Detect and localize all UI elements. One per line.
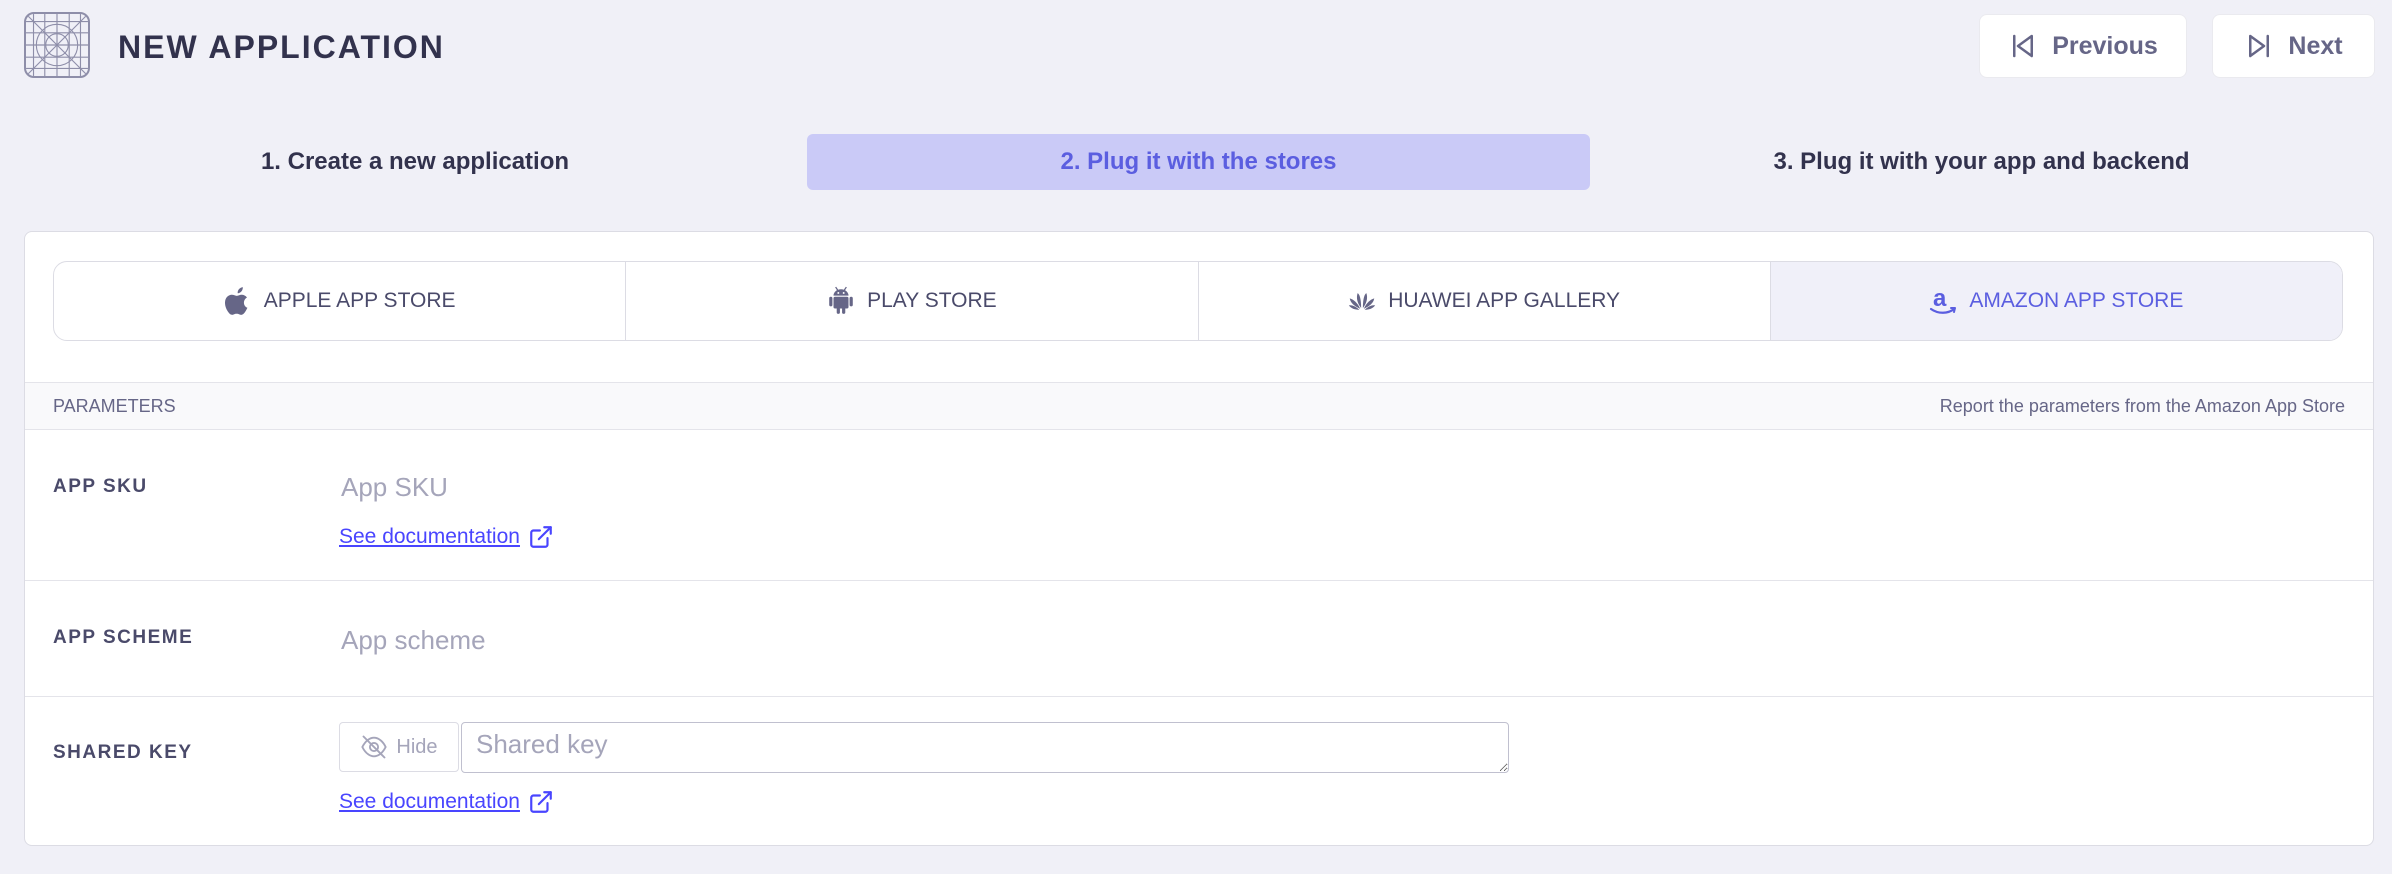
- shared-key-label: SHARED KEY: [53, 742, 193, 763]
- skip-next-icon: [2249, 34, 2270, 58]
- shared-key-input[interactable]: [461, 722, 1509, 773]
- parameters-bar: PARAMETERS Report the parameters from th…: [25, 382, 2373, 430]
- documentation-link-label: See documentation: [339, 790, 520, 813]
- tab-apple-app-store[interactable]: APPLE APP STORE: [54, 262, 627, 340]
- step-plug-stores[interactable]: 2. Plug it with the stores: [807, 134, 1590, 190]
- tab-amazon-app-store[interactable]: a AMAZON APP STORE: [1770, 262, 2342, 340]
- header: NEW APPLICATION Previous Next: [0, 0, 2392, 94]
- store-tabs: APPLE APP STORE PLAY STORE HUAWEI APP GA…: [53, 261, 2343, 341]
- next-label: Next: [2288, 31, 2343, 60]
- parameters-hint: Report the parameters from the Amazon Ap…: [1939, 396, 2345, 416]
- app-sku-row: APP SKU See documentation: [25, 430, 2373, 581]
- tab-label: HUAWEI APP GALLERY: [1388, 289, 1621, 312]
- previous-button[interactable]: Previous: [1979, 14, 2187, 78]
- tab-label: PLAY STORE: [867, 289, 997, 312]
- store-config-card: APPLE APP STORE PLAY STORE HUAWEI APP GA…: [24, 231, 2374, 846]
- svg-text:a: a: [1933, 286, 1947, 312]
- app-sku-input[interactable]: [339, 464, 1243, 510]
- hide-key-button[interactable]: Hide: [339, 722, 459, 772]
- external-link-icon: [530, 526, 552, 548]
- tab-play-store[interactable]: PLAY STORE: [626, 262, 1199, 340]
- eye-off-icon: [361, 735, 388, 759]
- step-create-application[interactable]: 1. Create a new application: [24, 134, 806, 190]
- skip-previous-icon: [2013, 34, 2034, 58]
- parameters-label: PARAMETERS: [53, 396, 176, 416]
- app-sku-documentation-link[interactable]: See documentation: [339, 524, 554, 550]
- app-scheme-row: APP SCHEME: [25, 581, 2373, 697]
- tab-huawei-app-gallery[interactable]: HUAWEI APP GALLERY: [1199, 262, 1771, 340]
- huawei-icon: [1349, 293, 1376, 310]
- documentation-link-label: See documentation: [339, 525, 520, 548]
- next-button[interactable]: Next: [2212, 14, 2375, 78]
- app-scheme-input[interactable]: [339, 617, 1243, 663]
- external-link-icon: [530, 791, 552, 813]
- amazon-icon: a: [1930, 286, 1957, 314]
- app-scheme-label: APP SCHEME: [53, 627, 194, 648]
- shared-key-documentation-link[interactable]: See documentation: [339, 789, 554, 815]
- tab-label: AMAZON APP STORE: [1969, 289, 2184, 312]
- apple-icon: [224, 287, 248, 315]
- page-title: NEW APPLICATION: [118, 29, 445, 65]
- stepper: 1. Create a new application 2. Plug it w…: [24, 134, 2372, 190]
- app-logo-icon: [24, 12, 90, 78]
- hide-label: Hide: [396, 735, 438, 758]
- step-plug-app-backend[interactable]: 3. Plug it with your app and backend: [1591, 134, 2372, 190]
- previous-label: Previous: [2052, 31, 2158, 60]
- tab-label: APPLE APP STORE: [263, 289, 456, 312]
- app-sku-label: APP SKU: [53, 476, 148, 497]
- android-icon: [829, 286, 853, 314]
- shared-key-row: SHARED KEY Hide See documentation: [25, 697, 2373, 845]
